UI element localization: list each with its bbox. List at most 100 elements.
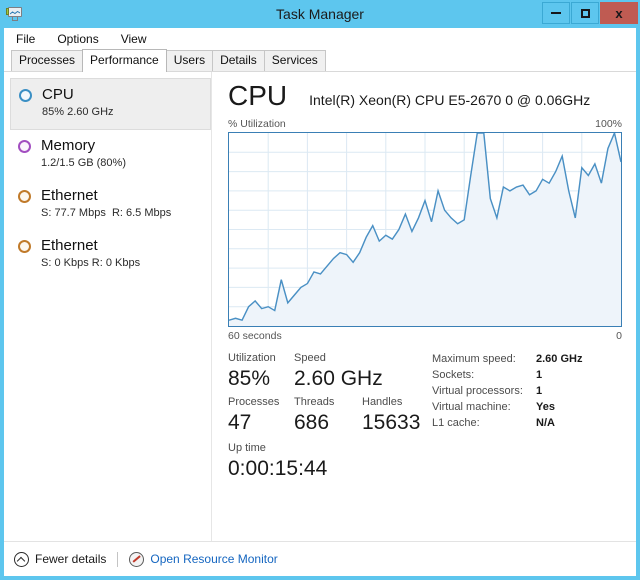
sockets-label: Sockets:: [432, 369, 475, 381]
sidebar-item-memory[interactable]: Memory 1.2/1.5 GB (80%): [10, 130, 211, 180]
sidebar-item-ethernet-2-sub: S: 0 Kbps R: 0 Kbps: [41, 256, 140, 271]
tab-services[interactable]: Services: [263, 50, 326, 71]
stats-left-column: Utilization 85% Speed 2.60 GHz Processes: [228, 351, 424, 485]
close-button[interactable]: x: [600, 2, 638, 24]
cpu-utilization-chart: [229, 133, 621, 326]
tab-strip: Processes Performance Users Details Serv…: [4, 49, 636, 72]
system-info-column: Maximum speed: 2.60 GHz Sockets: 1 Virtu…: [424, 351, 622, 485]
resource-monitor-icon: [129, 551, 145, 567]
open-resource-monitor-link[interactable]: Open Resource Monitor: [129, 551, 278, 567]
task-manager-window: Task Manager x File Options View Process…: [0, 0, 640, 580]
task-manager-monitor-icon: [6, 5, 24, 23]
tab-users[interactable]: Users: [165, 50, 214, 71]
ethernet-circle-icon: [18, 190, 31, 203]
l1-cache-label: L1 cache:: [432, 417, 480, 429]
maximum-speed-value: 2.60 GHz: [536, 353, 583, 365]
ethernet-2-send: S: 0 Kbps: [41, 257, 89, 269]
utilization-stat: Utilization 85%: [228, 351, 294, 395]
graph-x-start-label: 60 seconds: [228, 330, 282, 342]
virtual-machine-label: Virtual machine:: [432, 401, 511, 413]
tab-details[interactable]: Details: [212, 50, 265, 71]
handles-label: Handles: [362, 396, 403, 408]
cpu-model-name: Intel(R) Xeon(R) CPU E5-2670 0 @ 0.06GHz: [309, 92, 591, 108]
sockets-value: 1: [536, 369, 543, 381]
uptime-label: Up time: [228, 442, 266, 454]
info-row-sockets: Sockets: 1: [432, 367, 622, 383]
sidebar-item-ethernet-1[interactable]: Ethernet S: 77.7 Mbps R: 6.5 Mbps: [10, 180, 211, 230]
status-bar: Fewer details Open Resource Monitor: [4, 541, 636, 576]
tab-performance[interactable]: Performance: [82, 49, 167, 72]
sidebar-item-ethernet-1-sub: S: 77.7 Mbps R: 6.5 Mbps: [41, 206, 171, 221]
l1-cache-value: N/A: [536, 417, 555, 429]
window-controls: x: [541, 2, 638, 24]
threads-stat: Threads 686: [294, 395, 362, 439]
processes-value: 47: [228, 411, 252, 434]
minimize-icon: [551, 12, 561, 14]
processes-label: Processes: [228, 396, 280, 408]
graph-bottom-labels: 60 seconds 0: [228, 330, 622, 342]
threads-label: Threads: [294, 396, 335, 408]
graph-x-end-label: 0: [616, 330, 622, 342]
client-area: File Options View Processes Performance …: [4, 28, 636, 576]
virtual-processors-value: 1: [536, 385, 543, 397]
stats-row-1: Utilization 85% Speed 2.60 GHz: [228, 351, 424, 395]
cpu-circle-icon: [19, 89, 32, 102]
maximize-icon: [580, 8, 590, 18]
cpu-utilization-graph[interactable]: [228, 132, 622, 327]
sidebar-item-ethernet-1-title: Ethernet: [41, 187, 98, 204]
info-row-maximum-speed: Maximum speed: 2.60 GHz: [432, 351, 622, 367]
page-title: CPU: [228, 80, 288, 111]
fewer-details-button[interactable]: Fewer details: [14, 551, 107, 567]
tab-processes[interactable]: Processes: [11, 50, 84, 71]
uptime-value: 0:00:15:44: [228, 457, 328, 480]
sidebar-item-cpu-sub: 85% 2.60 GHz: [42, 106, 114, 118]
fewer-details-label: Fewer details: [35, 552, 107, 566]
utilization-value: 85%: [228, 367, 271, 390]
detail-header: CPU Intel(R) Xeon(R) CPU E5-2670 0 @ 0.0…: [228, 80, 622, 112]
handles-stat: Handles 15633: [362, 395, 424, 439]
info-row-virtual-machine: Virtual machine: Yes: [432, 399, 622, 415]
stats-area: Utilization 85% Speed 2.60 GHz Processes: [228, 351, 622, 485]
info-row-l1-cache: L1 cache: N/A: [432, 415, 622, 431]
sidebar-item-cpu[interactable]: CPU 85% 2.60 GHz: [10, 78, 211, 130]
sidebar-item-cpu-title: CPU: [42, 86, 74, 103]
sidebar-item-memory-title: Memory: [41, 137, 96, 154]
processes-stat: Processes 47: [228, 395, 294, 439]
ethernet-circle-icon: [18, 240, 31, 253]
speed-stat: Speed 2.60 GHz: [294, 351, 383, 395]
graph-y-axis-label: % Utilization: [228, 118, 286, 130]
ethernet-2-recv: R: 0 Kbps: [91, 257, 141, 269]
virtual-machine-value: Yes: [536, 401, 555, 413]
status-bar-divider: [117, 551, 119, 567]
cpu-detail-pane: CPU Intel(R) Xeon(R) CPU E5-2670 0 @ 0.0…: [212, 72, 636, 541]
chevron-up-circle-icon: [14, 551, 29, 567]
open-resource-monitor-label: Open Resource Monitor: [150, 552, 278, 566]
sidebar-item-ethernet-2[interactable]: Ethernet S: 0 Kbps R: 0 Kbps: [10, 230, 211, 280]
minimize-button[interactable]: [542, 2, 570, 24]
speed-value: 2.60 GHz: [294, 367, 383, 390]
sidebar-item-memory-sub: 1.2/1.5 GB (80%): [41, 157, 126, 169]
sidebar-item-ethernet-2-title: Ethernet: [41, 237, 98, 254]
ethernet-1-send: S: 77.7 Mbps: [41, 207, 106, 219]
handles-value: 15633: [362, 411, 421, 434]
maximize-button[interactable]: [571, 2, 599, 24]
graph-top-labels: % Utilization 100%: [228, 118, 622, 130]
menu-item-view[interactable]: View: [119, 31, 149, 47]
graph-y-max-label: 100%: [595, 118, 622, 130]
virtual-processors-label: Virtual processors:: [432, 385, 523, 397]
menu-item-options[interactable]: Options: [55, 31, 100, 47]
ethernet-1-recv: R: 6.5 Mbps: [111, 207, 172, 219]
performance-body: CPU 85% 2.60 GHz Memory 1.2/1.5 GB (80%)…: [4, 72, 636, 541]
chart-glyph: [10, 11, 20, 15]
memory-circle-icon: [18, 140, 31, 153]
menu-bar: File Options View: [4, 28, 636, 50]
close-icon: x: [615, 5, 623, 21]
uptime-stat: Up time 0:00:15:44: [228, 441, 424, 482]
menu-item-file[interactable]: File: [14, 31, 37, 47]
maximum-speed-label: Maximum speed:: [432, 353, 516, 365]
title-bar: Task Manager x: [0, 0, 640, 28]
speed-label: Speed: [294, 352, 326, 364]
resource-sidebar: CPU 85% 2.60 GHz Memory 1.2/1.5 GB (80%)…: [4, 72, 212, 541]
threads-value: 686: [294, 411, 330, 434]
stats-row-2: Processes 47 Threads 686 Handles 15633: [228, 395, 424, 439]
